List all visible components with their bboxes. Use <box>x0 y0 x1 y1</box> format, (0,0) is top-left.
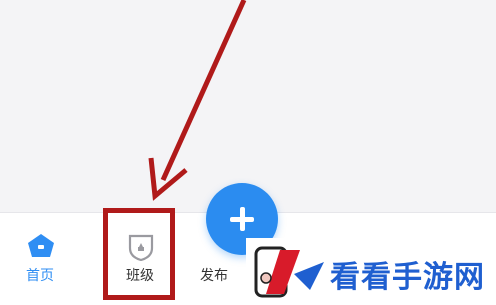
watermark-text: 看看手游网 <box>330 260 485 295</box>
watermark: 看看手游网 <box>246 238 496 304</box>
watermark-logo-icon <box>254 244 326 304</box>
